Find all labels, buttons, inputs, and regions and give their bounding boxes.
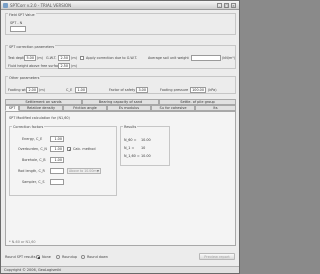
gwt-input[interactable]: 2.50 bbox=[58, 55, 70, 61]
sampler-label: Sampler, C_S bbox=[22, 180, 45, 184]
other-params-group-label: Other parameters bbox=[8, 76, 41, 80]
borehole-label: Borehole, C_B bbox=[22, 158, 46, 162]
footing-width-unit: (m) bbox=[39, 88, 45, 92]
result-n1-value: 10 bbox=[141, 146, 146, 150]
round-down-label: Round down bbox=[87, 255, 108, 259]
result-n160-value: 10.00 bbox=[141, 154, 151, 158]
app-icon bbox=[3, 3, 8, 8]
overburden-input[interactable]: 1.00 bbox=[50, 146, 64, 152]
round-none-label: None bbox=[42, 255, 51, 259]
rod-length-select[interactable]: Above to 10.00m ▼ bbox=[67, 168, 101, 174]
spt-n-input[interactable] bbox=[10, 26, 26, 32]
other-params-group: Other parameters Footing width 2.00 (m) … bbox=[5, 76, 236, 94]
factor-safety-input[interactable]: 3.00 bbox=[136, 87, 148, 93]
spt-value-group-label: Field SPT Value bbox=[8, 13, 36, 17]
status-bar: Copyright © 2006, GeoLogismiki bbox=[1, 266, 239, 273]
chevron-down-icon: ▼ bbox=[96, 169, 99, 173]
calc-method-label: Calc. method bbox=[73, 147, 96, 151]
footing-pressure-label: Footing pressure bbox=[160, 88, 189, 92]
energy-input[interactable]: 1.00 bbox=[50, 136, 64, 142]
gwt-label: G.W.T. bbox=[46, 56, 57, 60]
gwt-unit: (m) bbox=[71, 56, 77, 60]
apply-gwt-label: Apply correction due to G.W.T. bbox=[86, 56, 138, 60]
result-n60-value: 10.00 bbox=[141, 138, 151, 142]
borehole-input[interactable]: 1.00 bbox=[50, 157, 64, 163]
fluid-height-input[interactable]: 2.50 bbox=[58, 63, 70, 69]
rod-length-input[interactable] bbox=[50, 168, 64, 174]
correction-factors-group: Correction factors Energy, C_E 1.00 Over… bbox=[9, 125, 117, 196]
footing-pressure-input[interactable]: 100.00 bbox=[190, 87, 206, 93]
footing-pressure-unit: (kPa) bbox=[208, 88, 217, 92]
avg-unit-weight-unit: (kN/m³) bbox=[222, 56, 235, 60]
sampler-input[interactable] bbox=[50, 179, 64, 185]
factor-safety-label: Factor of safety bbox=[109, 88, 136, 92]
fluid-height-unit: (m) bbox=[71, 64, 77, 68]
fluid-height-label: Fluid height above free surface bbox=[8, 64, 61, 68]
panel-footnote: * N-60 or N1,60 bbox=[9, 240, 36, 244]
avg-unit-weight-label: Average soil unit weight bbox=[148, 56, 189, 60]
correction-group: SPT correction parameters Test depth 5.0… bbox=[5, 45, 236, 69]
minimize-button[interactable]: – bbox=[217, 3, 222, 8]
calc-method-checkbox[interactable] bbox=[67, 147, 72, 152]
spt-n-label: SPT - N bbox=[10, 21, 23, 25]
ce-label: C_E bbox=[66, 88, 73, 92]
round-none-radio[interactable] bbox=[36, 255, 40, 259]
results-group: Results N_60 = 10.00 N_1 = 10 N_1,60 = 1… bbox=[120, 125, 170, 166]
roundup-label: Roundup bbox=[62, 255, 78, 259]
result-n1-label: N_1 = bbox=[124, 146, 135, 150]
overburden-label: Overburden, C_N bbox=[18, 147, 47, 151]
title-bar: SPTCorr v.2.0 - TRIAL VERSION – □ × bbox=[1, 1, 239, 10]
correction-factors-label: Correction factors bbox=[12, 125, 45, 129]
avg-unit-weight-input[interactable] bbox=[191, 55, 221, 61]
window-title: SPTCorr v.2.0 - TRIAL VERSION bbox=[10, 3, 72, 8]
results-label: Results bbox=[123, 125, 138, 129]
ce-input[interactable]: 1.00 bbox=[75, 87, 87, 93]
test-depth-unit: (m) bbox=[37, 56, 43, 60]
round-down-radio[interactable] bbox=[81, 255, 85, 259]
round-results-label: Round SPT results bbox=[5, 255, 36, 259]
energy-label: Energy, C_E bbox=[22, 137, 43, 141]
maximize-button[interactable]: □ bbox=[224, 3, 229, 8]
close-button[interactable]: × bbox=[231, 3, 236, 8]
panel-title: SPT Modified calculation for (N1,60) bbox=[9, 116, 70, 120]
rod-length-select-value: Above to 10.00m bbox=[69, 169, 97, 173]
app-window: SPTCorr v.2.0 - TRIAL VERSION – □ × Fiel… bbox=[0, 0, 240, 274]
test-depth-input[interactable]: 5.00 bbox=[24, 55, 36, 61]
apply-gwt-checkbox[interactable] bbox=[80, 56, 84, 60]
rod-length-label: Rod length, C_R bbox=[18, 169, 45, 173]
test-depth-label: Test depth bbox=[8, 56, 26, 60]
footing-width-input[interactable]: 2.00 bbox=[26, 87, 38, 93]
roundup-radio[interactable] bbox=[56, 255, 60, 259]
spt-tab-panel: SPT Modified calculation for (N1,60) Cor… bbox=[5, 111, 236, 246]
preview-report-button[interactable]: Preview report bbox=[199, 253, 235, 260]
correction-group-label: SPT correction parameters bbox=[8, 45, 56, 49]
result-n60-label: N_60 = bbox=[124, 138, 137, 142]
spt-value-group: Field SPT Value SPT - N bbox=[5, 13, 236, 35]
copyright-text: Copyright © 2006, GeoLogismiki bbox=[4, 268, 62, 272]
result-n160-label: N_1,60 = bbox=[124, 154, 140, 158]
